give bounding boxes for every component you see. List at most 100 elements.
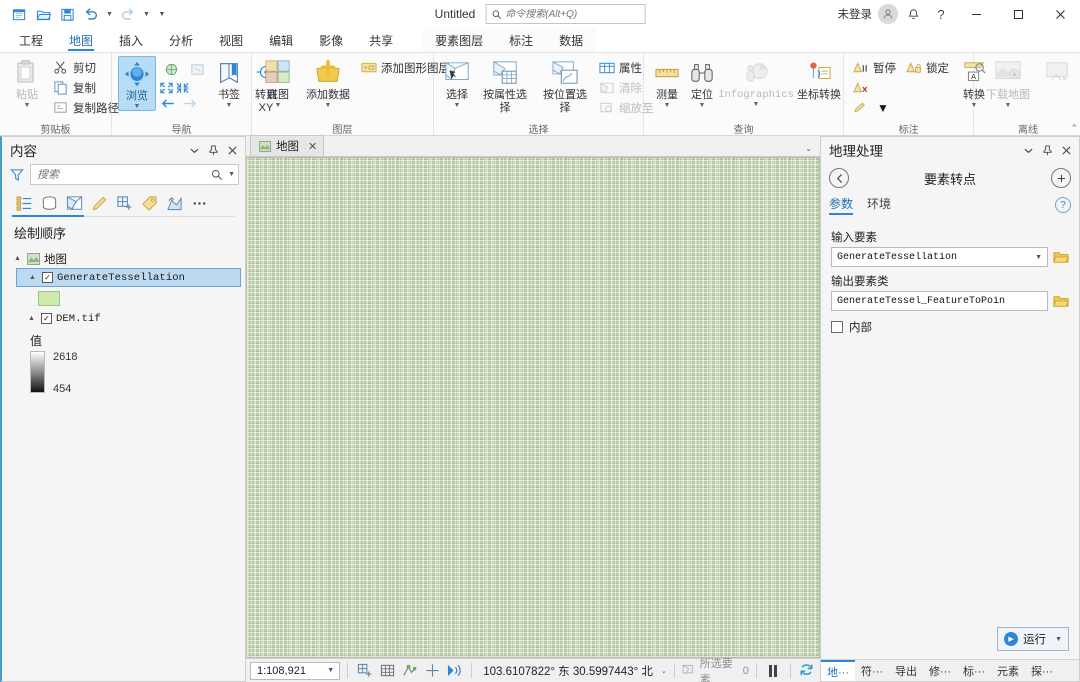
output-feature-class-input[interactable]: GenerateTessel_FeatureToPoin <box>831 291 1048 311</box>
input-features-combobox[interactable]: GenerateTessellation ▼ <box>831 247 1048 267</box>
minimize-button[interactable] <box>956 0 996 28</box>
map-expander-icon[interactable]: ▲ <box>12 255 23 262</box>
layer-expander-icon[interactable]: ▲ <box>27 274 38 281</box>
map-scale-combobox[interactable]: 1:108,921 ▼ <box>250 661 341 680</box>
paste-button[interactable]: 粘贴 ▼ <box>6 56 48 109</box>
layer-visibility-checkbox[interactable]: ✓ <box>42 272 53 283</box>
previous-extent-icon[interactable] <box>185 58 209 80</box>
contents-search-box[interactable]: ▼ <box>30 164 239 185</box>
map-scale-dropdown-icon[interactable]: ▼ <box>327 667 337 674</box>
back-arrow-icon[interactable] <box>829 168 849 188</box>
undo-icon[interactable] <box>80 3 102 25</box>
ribbon-tab-edit[interactable]: 编辑 <box>256 28 306 52</box>
map-view-tab[interactable]: 地图 ✕ <box>250 135 325 156</box>
bottom-tab-labeling[interactable]: 标··· <box>957 660 991 681</box>
map-tab-strip-chevron-down-icon[interactable]: ⌄ <box>805 144 812 153</box>
ribbon-tab-labeling[interactable]: 标注 <box>496 28 546 52</box>
add-data-button[interactable]: 添加数据 ▼ <box>302 56 354 109</box>
list-by-diagram-icon[interactable] <box>162 192 186 214</box>
close-button[interactable] <box>1040 0 1080 28</box>
snapping-icon[interactable] <box>400 662 419 680</box>
basemap-dropdown-icon[interactable]: ▼ <box>275 102 282 109</box>
inside-checkbox-row[interactable]: 内部 <box>831 319 1069 335</box>
refresh-icon[interactable] <box>797 662 816 680</box>
measure-nav-icon[interactable] <box>446 662 465 680</box>
basemap-button[interactable]: 底图 ▼ <box>258 56 298 109</box>
more-options-icon[interactable] <box>187 192 211 214</box>
measure-dropdown-icon[interactable]: ▼ <box>664 102 671 109</box>
tree-node-map[interactable]: ▲ 地图 <box>2 249 245 268</box>
output-feature-class-browse-icon[interactable] <box>1052 293 1069 310</box>
select-by-location-button[interactable]: 按位置选择 <box>536 56 594 114</box>
list-by-selection-icon[interactable] <box>62 192 86 214</box>
layer-symbol-swatch[interactable] <box>38 290 60 306</box>
list-by-labeling-icon[interactable] <box>137 192 161 214</box>
add-grid-icon[interactable] <box>355 662 374 680</box>
command-search[interactable] <box>485 4 646 24</box>
remove-labels-button[interactable] <box>850 78 901 97</box>
help-circle-icon[interactable]: ? <box>1055 197 1071 213</box>
measure-button[interactable]: 测量 ▼ <box>650 56 684 109</box>
plus-circle-icon[interactable] <box>1051 168 1071 188</box>
maximize-button[interactable] <box>998 0 1038 28</box>
ribbon-tab-feature-layer[interactable]: 要素图层 <box>422 28 496 52</box>
ribbon-tab-analysis[interactable]: 分析 <box>156 28 206 52</box>
crosshair-icon[interactable] <box>423 662 442 680</box>
bottom-tab-explore[interactable]: 探··· <box>1025 660 1059 681</box>
download-map-button[interactable]: 下载地图 ▼ <box>980 56 1036 109</box>
ribbon-tab-view[interactable]: 视图 <box>206 28 256 52</box>
paste-dropdown-icon[interactable]: ▼ <box>24 102 31 109</box>
tree-node-generate-tessellation[interactable]: ▲ ✓ GenerateTessellation <box>16 268 241 287</box>
pause-icon[interactable] <box>764 662 783 680</box>
command-search-input[interactable] <box>505 8 640 20</box>
bottom-tab-modify[interactable]: 修··· <box>923 660 957 681</box>
dem-visibility-checkbox[interactable]: ✓ <box>41 313 52 324</box>
filter-icon[interactable] <box>8 166 26 184</box>
bottom-tab-export[interactable]: 导出 <box>889 660 923 681</box>
signin-status[interactable]: 未登录 <box>838 6 873 22</box>
list-by-draw-order-icon[interactable] <box>12 192 36 214</box>
list-by-editing-icon[interactable] <box>87 192 111 214</box>
inside-checkbox[interactable] <box>831 321 843 333</box>
save-project-icon[interactable] <box>56 3 78 25</box>
contents-search-dropdown-icon[interactable]: ▼ <box>228 171 235 178</box>
contents-menu-chevron-down-icon[interactable] <box>186 142 203 159</box>
explore-dropdown-icon[interactable]: ▼ <box>134 103 141 110</box>
contents-pin-icon[interactable] <box>205 142 222 159</box>
ribbon-tab-map[interactable]: 地图 <box>56 28 106 52</box>
infographics-dropdown-icon[interactable]: ▼ <box>753 101 760 108</box>
label-pencil-button[interactable]: ▼ <box>850 98 901 117</box>
full-extent-icon[interactable] <box>159 58 183 80</box>
ribbon-tab-share[interactable]: 共享 <box>356 28 406 52</box>
ribbon-tab-project[interactable]: 工程 <box>6 28 56 52</box>
infographics-button[interactable]: Infographics ▼ <box>718 56 794 108</box>
avatar[interactable] <box>878 4 898 24</box>
explore-button[interactable]: 浏览 ▼ <box>118 56 156 111</box>
sync-offline-button[interactable] <box>1040 56 1076 89</box>
help-icon[interactable]: ? <box>928 2 954 26</box>
download-map-dropdown-icon[interactable]: ▼ <box>1005 102 1012 109</box>
notification-bell-icon[interactable] <box>900 2 926 26</box>
redo-icon[interactable] <box>117 3 139 25</box>
select-by-attributes-button[interactable]: 按属性选择 <box>476 56 534 114</box>
locate-dropdown-icon[interactable]: ▼ <box>699 102 706 109</box>
lock-labels-button[interactable]: 锁定 <box>903 58 954 77</box>
collapse-ribbon-icon[interactable]: ⌃ <box>1070 123 1078 134</box>
list-by-snapping-icon[interactable] <box>112 192 136 214</box>
geoprocessing-close-icon[interactable] <box>1058 142 1075 159</box>
geoprocessing-menu-chevron-down-icon[interactable] <box>1020 142 1037 159</box>
ribbon-tab-data[interactable]: 数据 <box>546 28 596 52</box>
input-features-browse-icon[interactable] <box>1052 249 1069 266</box>
input-features-dropdown-icon[interactable]: ▼ <box>1035 254 1045 261</box>
ribbon-tab-imagery[interactable]: 影像 <box>306 28 356 52</box>
contents-close-icon[interactable] <box>224 142 241 159</box>
map-canvas[interactable] <box>246 157 820 658</box>
bottom-tab-map[interactable]: 地··· <box>821 660 855 681</box>
redo-dropdown-icon[interactable]: ▼ <box>141 3 152 25</box>
select-dropdown-icon[interactable]: ▼ <box>454 102 461 109</box>
tree-node-dem-tif[interactable]: ▲ ✓ DEM.tif <box>16 309 245 328</box>
tab-environments[interactable]: 环境 <box>867 195 891 215</box>
geoprocessing-pin-icon[interactable] <box>1039 142 1056 159</box>
tab-parameters[interactable]: 参数 <box>829 195 854 215</box>
new-project-icon[interactable] <box>8 3 30 25</box>
